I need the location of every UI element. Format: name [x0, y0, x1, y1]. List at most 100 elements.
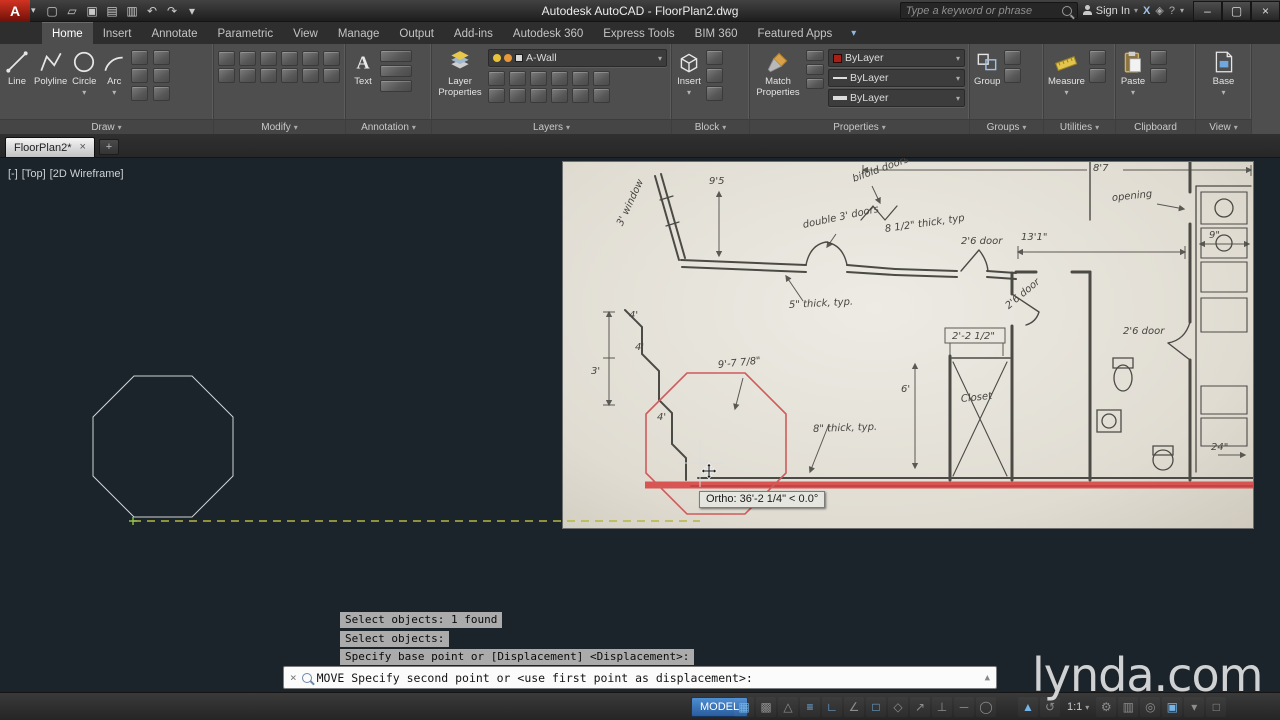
- tab-manage[interactable]: Manage: [328, 22, 390, 44]
- leader-icon[interactable]: [380, 65, 412, 77]
- object-color-select[interactable]: ByLayer ▾: [828, 49, 965, 67]
- command-prompt[interactable]: MOVE Specify second point or <use first …: [317, 671, 753, 685]
- ellipse-icon[interactable]: [153, 50, 171, 65]
- help-icon[interactable]: ?: [1169, 5, 1175, 17]
- panel-utilities-footer[interactable]: Utilities ▾: [1044, 119, 1115, 134]
- region-icon[interactable]: [131, 86, 149, 101]
- layer-match-icon[interactable]: [572, 71, 589, 86]
- tray-settings-icon[interactable]: ▾: [1184, 697, 1204, 717]
- tab-insert[interactable]: Insert: [93, 22, 142, 44]
- lineweight-list-icon[interactable]: [806, 78, 824, 89]
- layer-previous-icon[interactable]: [593, 71, 610, 86]
- annotation-scale-control[interactable]: 1:1 ▾: [1062, 701, 1094, 713]
- plot-icon[interactable]: ▥: [123, 2, 142, 20]
- object-color-list-icon[interactable]: [806, 50, 824, 61]
- dynamic-ucs-icon[interactable]: ⊥: [932, 697, 952, 717]
- command-line[interactable]: × MOVE Specify second point or <use firs…: [283, 666, 997, 689]
- restore-button[interactable]: ▢: [1222, 0, 1251, 21]
- ribbon-minimize-icon[interactable]: ▾: [843, 22, 864, 44]
- group-button[interactable]: Group: [974, 47, 1000, 88]
- copy-icon[interactable]: [281, 51, 298, 66]
- ungroup-icon[interactable]: [1004, 50, 1022, 65]
- trim-icon[interactable]: [260, 51, 277, 66]
- snap-icon[interactable]: ▩: [756, 697, 776, 717]
- layer-state-icon[interactable]: [488, 88, 505, 103]
- object-snap-tracking-icon[interactable]: ↗: [910, 697, 930, 717]
- panel-modify-footer[interactable]: Modify ▾: [214, 119, 345, 134]
- layer-lock-icon[interactable]: [551, 71, 568, 86]
- quick-calc-icon[interactable]: [1088, 68, 1106, 83]
- dynamic-input-icon[interactable]: ≡: [800, 697, 820, 717]
- layer-off-icon[interactable]: [488, 71, 505, 86]
- annotation-visibility-icon[interactable]: ▲: [1018, 697, 1038, 717]
- open-file-icon[interactable]: ▱: [63, 2, 82, 20]
- edit-attributes-icon[interactable]: [706, 68, 723, 83]
- annotation-autoscale-icon[interactable]: ↺: [1040, 697, 1060, 717]
- model-space-canvas[interactable]: [-] [Top] [2D Wireframe] 3' window 9'5 d…: [0, 158, 1280, 692]
- save-as-icon[interactable]: ▤: [103, 2, 122, 20]
- cut-icon[interactable]: [1150, 68, 1167, 83]
- command-history-toggle-icon[interactable]: ▲: [985, 673, 990, 683]
- app-menu-arrow-icon[interactable]: ▾: [31, 5, 36, 16]
- text-button[interactable]: A Text: [350, 47, 376, 88]
- base-button[interactable]: Base ▾: [1211, 47, 1237, 98]
- paste-button[interactable]: Paste ▾: [1120, 47, 1146, 98]
- polyline-button[interactable]: Polyline: [34, 47, 67, 88]
- boundary-icon[interactable]: [153, 68, 171, 83]
- hardware-acceleration-icon[interactable]: ▣: [1162, 697, 1182, 717]
- infer-constraints-icon[interactable]: △: [778, 697, 798, 717]
- transparency-icon[interactable]: ◯: [976, 697, 996, 717]
- tab-featured-apps[interactable]: Featured Apps: [747, 22, 842, 44]
- paste-dropdown-icon[interactable]: ▾: [1131, 88, 1135, 99]
- layer-walk-icon[interactable]: [509, 88, 526, 103]
- ortho-icon[interactable]: ∟: [822, 697, 842, 717]
- command-close-icon[interactable]: ×: [290, 671, 297, 684]
- linetype-select[interactable]: ByLayer ▾: [828, 69, 965, 87]
- tab-bim-360[interactable]: BIM 360: [685, 22, 748, 44]
- viewport-visual-style-control[interactable]: [2D Wireframe]: [50, 168, 124, 180]
- viewport-view-control[interactable]: [Top]: [22, 168, 46, 180]
- panel-clipboard-footer[interactable]: Clipboard: [1116, 119, 1195, 134]
- new-drawing-tab-button[interactable]: +: [98, 139, 119, 155]
- panel-groups-footer[interactable]: Groups ▾: [970, 119, 1043, 134]
- osnap-icon[interactable]: □: [866, 697, 886, 717]
- insert-dropdown-icon[interactable]: ▾: [687, 88, 691, 99]
- clean-screen-icon[interactable]: □: [1206, 697, 1226, 717]
- layer-delete-icon[interactable]: [551, 88, 568, 103]
- workspace-switching-icon[interactable]: ⚙: [1096, 697, 1116, 717]
- layer-thaw-icon[interactable]: [593, 88, 610, 103]
- search-binoculars-icon[interactable]: [1061, 5, 1072, 16]
- panel-block-footer[interactable]: Block ▾: [672, 119, 749, 134]
- array-icon[interactable]: [260, 68, 277, 83]
- mirror-icon[interactable]: [302, 51, 319, 66]
- fillet-icon[interactable]: [323, 51, 340, 66]
- table-icon[interactable]: [380, 80, 412, 92]
- quick-select-icon[interactable]: [1088, 50, 1106, 65]
- annotation-monitor-icon[interactable]: ▥: [1118, 697, 1138, 717]
- layer-isolate-icon[interactable]: [509, 71, 526, 86]
- circle-button[interactable]: Circle ▾: [71, 47, 97, 98]
- autocad-logo[interactable]: A: [0, 0, 30, 22]
- erase-icon[interactable]: [281, 68, 298, 83]
- lineweight-select[interactable]: ByLayer ▾: [828, 89, 965, 107]
- sign-in-button[interactable]: Sign In ▾: [1082, 5, 1138, 17]
- wipeout-icon[interactable]: [153, 86, 171, 101]
- panel-layers-footer[interactable]: Layers ▾: [432, 119, 671, 134]
- linetype-list-icon[interactable]: [806, 64, 824, 75]
- panel-properties-footer[interactable]: Properties ▾: [750, 119, 969, 134]
- grid-icon[interactable]: ▦: [734, 697, 754, 717]
- isolate-objects-icon[interactable]: ◎: [1140, 697, 1160, 717]
- rectangle-icon[interactable]: [131, 50, 149, 65]
- communication-center-icon[interactable]: ◈: [1155, 4, 1163, 17]
- hatch-icon[interactable]: [131, 68, 149, 83]
- circle-dropdown-icon[interactable]: ▾: [82, 88, 86, 99]
- tab-express-tools[interactable]: Express Tools: [593, 22, 684, 44]
- arc-button[interactable]: Arc ▾: [101, 47, 127, 98]
- arc-dropdown-icon[interactable]: ▾: [112, 88, 116, 99]
- qat-menu-icon[interactable]: ▾: [183, 2, 202, 20]
- match-properties-button[interactable]: Match Properties: [754, 47, 802, 98]
- move-icon[interactable]: [218, 51, 235, 66]
- line-button[interactable]: Line: [4, 47, 30, 88]
- tab-home[interactable]: Home: [42, 22, 93, 44]
- create-block-icon[interactable]: [706, 50, 723, 65]
